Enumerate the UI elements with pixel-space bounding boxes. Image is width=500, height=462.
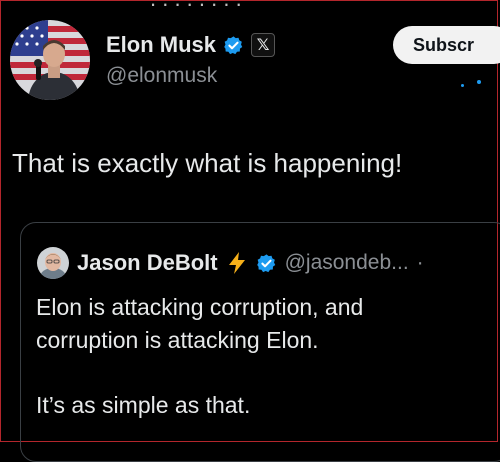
quoted-author-avatar[interactable] <box>37 247 69 279</box>
author-display-name[interactable]: Elon Musk <box>106 32 216 58</box>
quoted-text-line: corruption is attacking Elon. <box>36 327 319 353</box>
verified-badge-icon <box>256 253 275 272</box>
quoted-author-handle[interactable]: @jasondeb... <box>285 251 409 275</box>
x-affiliation-icon: 𝕏 <box>251 33 276 57</box>
separator-dot: · <box>416 251 424 274</box>
blue-dot-artifact <box>461 84 464 87</box>
quoted-author-display-name[interactable]: Jason DeBolt <box>77 250 218 276</box>
cropped-previous-line: . . . . . . . . <box>0 0 500 10</box>
quoted-tweet-text: Elon is attacking corruption, and corrup… <box>36 291 476 422</box>
subscribe-button[interactable]: Subscr <box>393 26 500 64</box>
quoted-author-avatar-image <box>37 247 69 279</box>
author-name-row: Elon Musk 𝕏 <box>106 32 276 58</box>
verified-badge-icon <box>224 35 243 54</box>
quoted-text-closing-line: It’s as simple as that. <box>36 392 251 418</box>
blue-dot-artifact <box>477 80 481 84</box>
quoted-tweet-header: Jason DeBolt @jasondeb... · <box>37 247 424 279</box>
author-avatar[interactable] <box>10 20 90 100</box>
author-handle[interactable]: @elonmusk <box>106 64 217 88</box>
tweet-text: That is exactly what is happening! <box>12 148 403 178</box>
quoted-tweet-card[interactable]: Jason DeBolt @jasondeb... · Elon is atta… <box>20 222 500 462</box>
author-avatar-image <box>10 20 90 100</box>
quoted-text-line: Elon is attacking corruption, and <box>36 294 364 320</box>
lightning-bolt-icon <box>228 252 245 274</box>
